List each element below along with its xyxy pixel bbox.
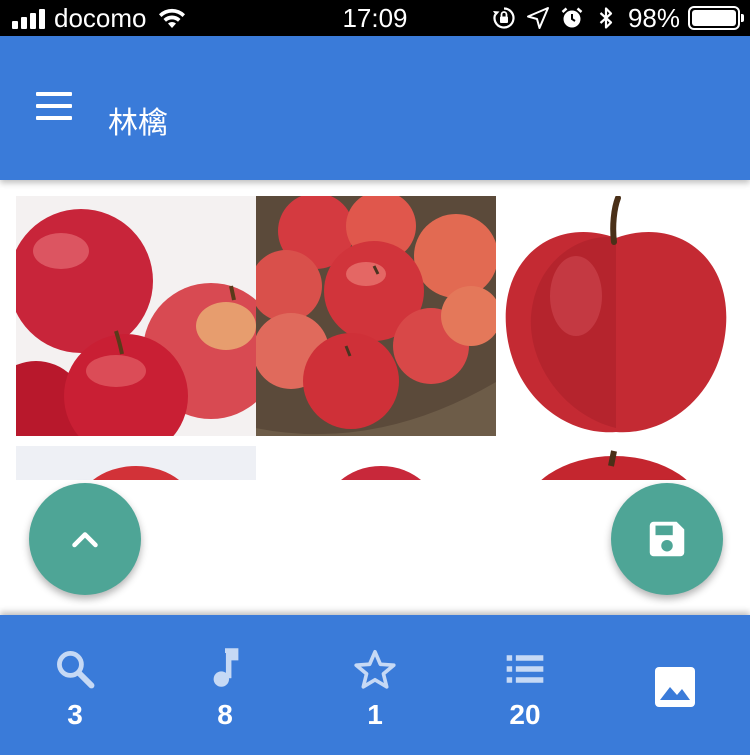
page-title: 林檎: [108, 107, 168, 140]
battery-percentage: 98%: [627, 2, 680, 33]
image-grid: [16, 196, 736, 480]
image-icon: [655, 667, 695, 707]
music-note-icon: [213, 648, 239, 687]
chevron-up-icon: [72, 532, 98, 548]
image-tile[interactable]: [496, 196, 736, 436]
bluetooth-icon: [599, 7, 613, 29]
apple-basket-photo: [256, 196, 496, 436]
apple-photo: [16, 446, 256, 480]
nav-item-search[interactable]: 3: [0, 615, 150, 755]
battery-icon: [688, 6, 744, 30]
image-tile[interactable]: [496, 446, 736, 480]
bottom-navigation: 3 8 1 20: [0, 615, 750, 755]
location-arrow-icon: [526, 7, 549, 29]
nav-item-list[interactable]: 20: [450, 615, 600, 755]
apple-photo: [256, 446, 496, 480]
nav-item-music[interactable]: 8: [150, 615, 300, 755]
apple-photo: [496, 446, 736, 480]
nav-count-favorites: 1: [367, 699, 383, 730]
search-icon: [57, 651, 95, 689]
image-tile[interactable]: [16, 446, 256, 480]
nav-count-music: 8: [217, 699, 233, 730]
app-bar: 林檎: [0, 36, 750, 180]
apple-pile-photo: [16, 196, 256, 436]
nav-item-images[interactable]: [600, 615, 750, 755]
scroll-up-button[interactable]: [29, 483, 141, 595]
list-icon: [506, 655, 544, 683]
star-icon: [354, 649, 396, 689]
rotation-lock-icon: [492, 7, 515, 29]
image-tile[interactable]: [16, 196, 256, 436]
image-tile[interactable]: [256, 196, 496, 436]
nav-count-search: 3: [67, 699, 83, 730]
single-apple-photo: [496, 196, 736, 436]
nav-count-list: 20: [509, 699, 541, 730]
nav-item-favorites[interactable]: 1: [300, 615, 450, 755]
save-icon: [649, 521, 685, 557]
image-tile[interactable]: [256, 446, 496, 480]
alarm-icon: [561, 7, 583, 28]
save-button[interactable]: [611, 483, 723, 595]
hamburger-menu-icon[interactable]: [30, 92, 74, 126]
status-bar: docomo 17:09 98%: [0, 0, 750, 36]
